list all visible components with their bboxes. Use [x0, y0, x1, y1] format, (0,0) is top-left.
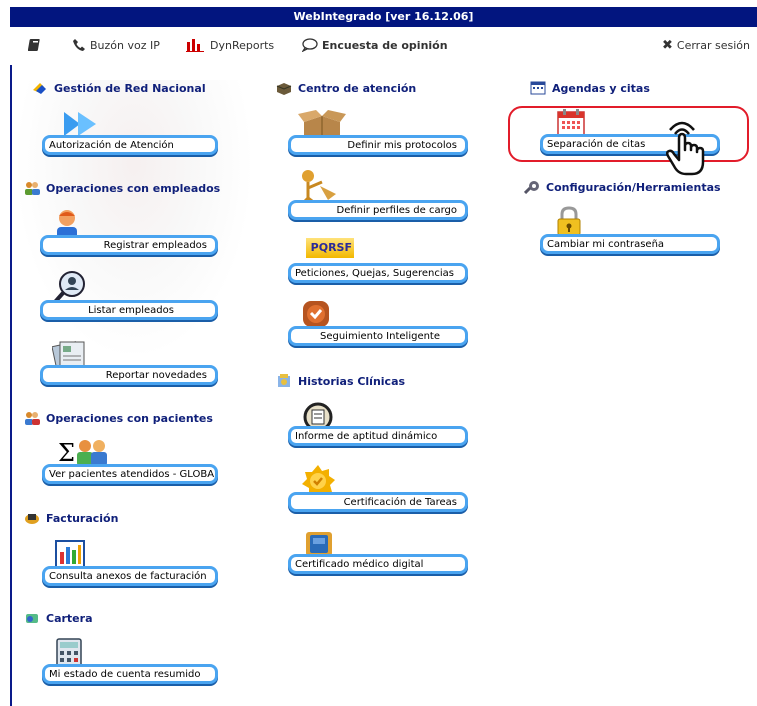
- dynreports-label: DynReports: [210, 38, 275, 52]
- clinical-records-icon: [278, 374, 290, 387]
- section-configuracion: Configuración/Herramientas: [524, 180, 721, 194]
- definir-perfiles-button[interactable]: Definir perfiles de cargo: [288, 200, 468, 220]
- profile-tools-icon: [300, 170, 336, 204]
- certificacion-tareas-button[interactable]: Certificación de Tareas: [288, 492, 468, 512]
- voip-label: Buzón voz IP: [90, 38, 160, 52]
- listar-empleados-button[interactable]: Listar empleados: [40, 300, 218, 320]
- network-icon: [33, 83, 46, 94]
- close-icon: ✖: [662, 38, 673, 53]
- pqrsf-badge: PQRSF: [306, 238, 354, 258]
- box-icon: [276, 83, 292, 95]
- toolbar: Buzón voz IP DynReports Encuesta de opin…: [10, 27, 757, 65]
- speech-bubble-icon: [302, 38, 318, 52]
- billing-icon: [25, 514, 39, 524]
- section-empleados: Operaciones con empleados: [24, 181, 220, 195]
- certificado-medico-button[interactable]: Certificado médico digital: [288, 554, 468, 574]
- bar-chart-icon: [186, 39, 204, 52]
- section-pacientes: Operaciones con pacientes: [24, 411, 213, 425]
- cambiar-contrasena-button[interactable]: Cambiar mi contraseña: [540, 234, 720, 254]
- definir-protocolos-button[interactable]: Definir mis protocolos: [288, 135, 468, 155]
- logout-button[interactable]: ✖ Cerrar sesión: [662, 38, 750, 53]
- reportar-novedades-button[interactable]: Reportar novedades: [40, 365, 218, 385]
- people-icon: [25, 182, 40, 195]
- phone-icon: [73, 39, 85, 51]
- section-red-nacional: Gestión de Red Nacional: [32, 81, 206, 95]
- app-title: WebIntegrado [ver 16.12.06]: [293, 10, 474, 23]
- section-centro-atencion: Centro de atención: [276, 81, 416, 95]
- autorizacion-button[interactable]: Autorización de Atención: [42, 135, 218, 155]
- registrar-empleados-button[interactable]: Registrar empleados: [40, 235, 218, 255]
- padlock-icon: [557, 206, 581, 236]
- bar-chart-report-icon: [55, 540, 85, 568]
- survey-button[interactable]: Encuesta de opinión: [302, 38, 448, 52]
- notebook-button[interactable]: [28, 38, 42, 52]
- estado-cuenta-button[interactable]: Mi estado de cuenta resumido: [42, 664, 218, 684]
- survey-label: Encuesta de opinión: [322, 38, 448, 52]
- section-facturacion: Facturación: [24, 511, 118, 525]
- logout-label: Cerrar sesión: [676, 39, 750, 52]
- section-cartera: Cartera: [24, 611, 93, 625]
- pqrsf-button[interactable]: Peticiones, Quejas, Sugerencias: [288, 263, 468, 283]
- section-historias: Historias Clínicas: [276, 374, 405, 388]
- tools-icon: [524, 181, 539, 194]
- anexos-facturacion-button[interactable]: Consulta anexos de facturación: [42, 566, 218, 586]
- seguimiento-button[interactable]: Seguimiento Inteligente: [288, 326, 468, 346]
- forward-arrows-icon: [64, 112, 96, 136]
- patients-icon: [25, 412, 40, 425]
- check-shield-icon: [303, 301, 329, 327]
- informe-aptitud-button[interactable]: Informe de aptitud dinámico: [288, 426, 468, 446]
- app-title-bar: WebIntegrado [ver 16.12.06]: [10, 7, 757, 27]
- notebook-icon: [28, 39, 40, 51]
- ver-pacientes-button[interactable]: Ver pacientes atendidos - GLOBAL: [42, 464, 218, 484]
- wallet-icon: [26, 614, 38, 623]
- calendar-icon: [530, 81, 546, 95]
- tap-hand-icon: [665, 121, 705, 176]
- dynreports-button[interactable]: DynReports: [186, 38, 274, 52]
- left-border: [10, 27, 12, 706]
- section-agendas: Agendas y citas: [530, 81, 650, 95]
- voip-button[interactable]: Buzón voz IP: [72, 38, 160, 52]
